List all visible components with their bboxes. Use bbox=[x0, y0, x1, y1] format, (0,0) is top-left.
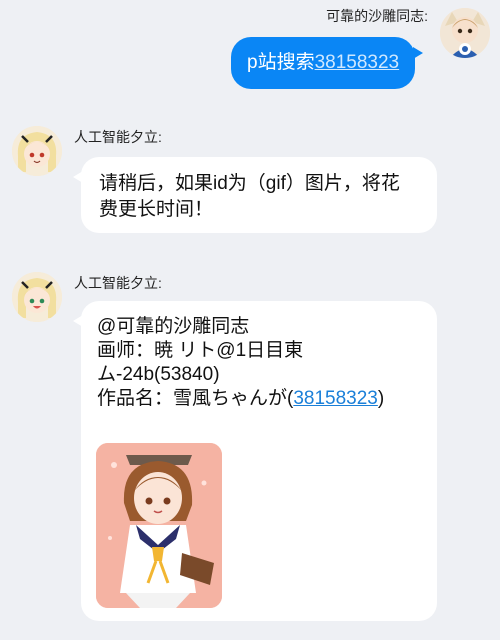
sender-avatar-icon bbox=[440, 8, 490, 58]
work-title-text: 作品名：雪風ちゃんが( bbox=[97, 388, 294, 409]
incoming-message[interactable]: 请稍后，如果id为（gif）图片，将花 费更长时间！ bbox=[73, 157, 437, 233]
artist-line: 画师：暁 リト@1日目東 bbox=[97, 340, 304, 361]
bot-name: 人工智能夕立: bbox=[74, 129, 162, 145]
artist-line: ム-24b(53840) bbox=[97, 364, 220, 385]
sender-name: 可靠的沙雕同志: bbox=[326, 8, 428, 24]
bot-avatar[interactable] bbox=[12, 126, 62, 176]
bot-avatar[interactable] bbox=[12, 272, 62, 322]
artwork-thumbnail[interactable] bbox=[96, 443, 222, 608]
bot-avatar-icon bbox=[12, 272, 62, 322]
bot-name: 人工智能夕立: bbox=[74, 275, 162, 291]
bubble-tail bbox=[73, 315, 83, 327]
artwork-image-icon bbox=[96, 443, 222, 608]
pixiv-id-link[interactable]: 38158323 bbox=[315, 52, 400, 73]
work-title-line: 作品名：雪風ちゃんが(38158323) bbox=[97, 387, 421, 411]
mention-text: @可靠的沙雕同志 bbox=[97, 316, 250, 337]
message-line: 费更长时间！ bbox=[99, 199, 214, 220]
incoming-message[interactable]: @可靠的沙雕同志 画师：暁 リト@1日目東 ム-24b(53840) 作品名：雪… bbox=[73, 301, 437, 621]
bubble-tail bbox=[73, 171, 83, 183]
work-title-suffix: ) bbox=[377, 388, 385, 409]
bubble-tail bbox=[413, 47, 424, 59]
bot-avatar-icon bbox=[12, 126, 62, 176]
work-id-link[interactable]: 38158323 bbox=[293, 388, 378, 409]
message-text: p站搜索 bbox=[247, 52, 315, 73]
outgoing-message[interactable]: p站搜索38158323 bbox=[231, 37, 424, 89]
message-line: 请稍后，如果id为（gif）图片，将花 bbox=[99, 173, 400, 194]
sender-avatar[interactable] bbox=[440, 8, 490, 58]
chat-view: 可靠的沙雕同志: p站搜索38158323 人工智能夕立: 请稍后，如果id为（… bbox=[0, 0, 500, 640]
